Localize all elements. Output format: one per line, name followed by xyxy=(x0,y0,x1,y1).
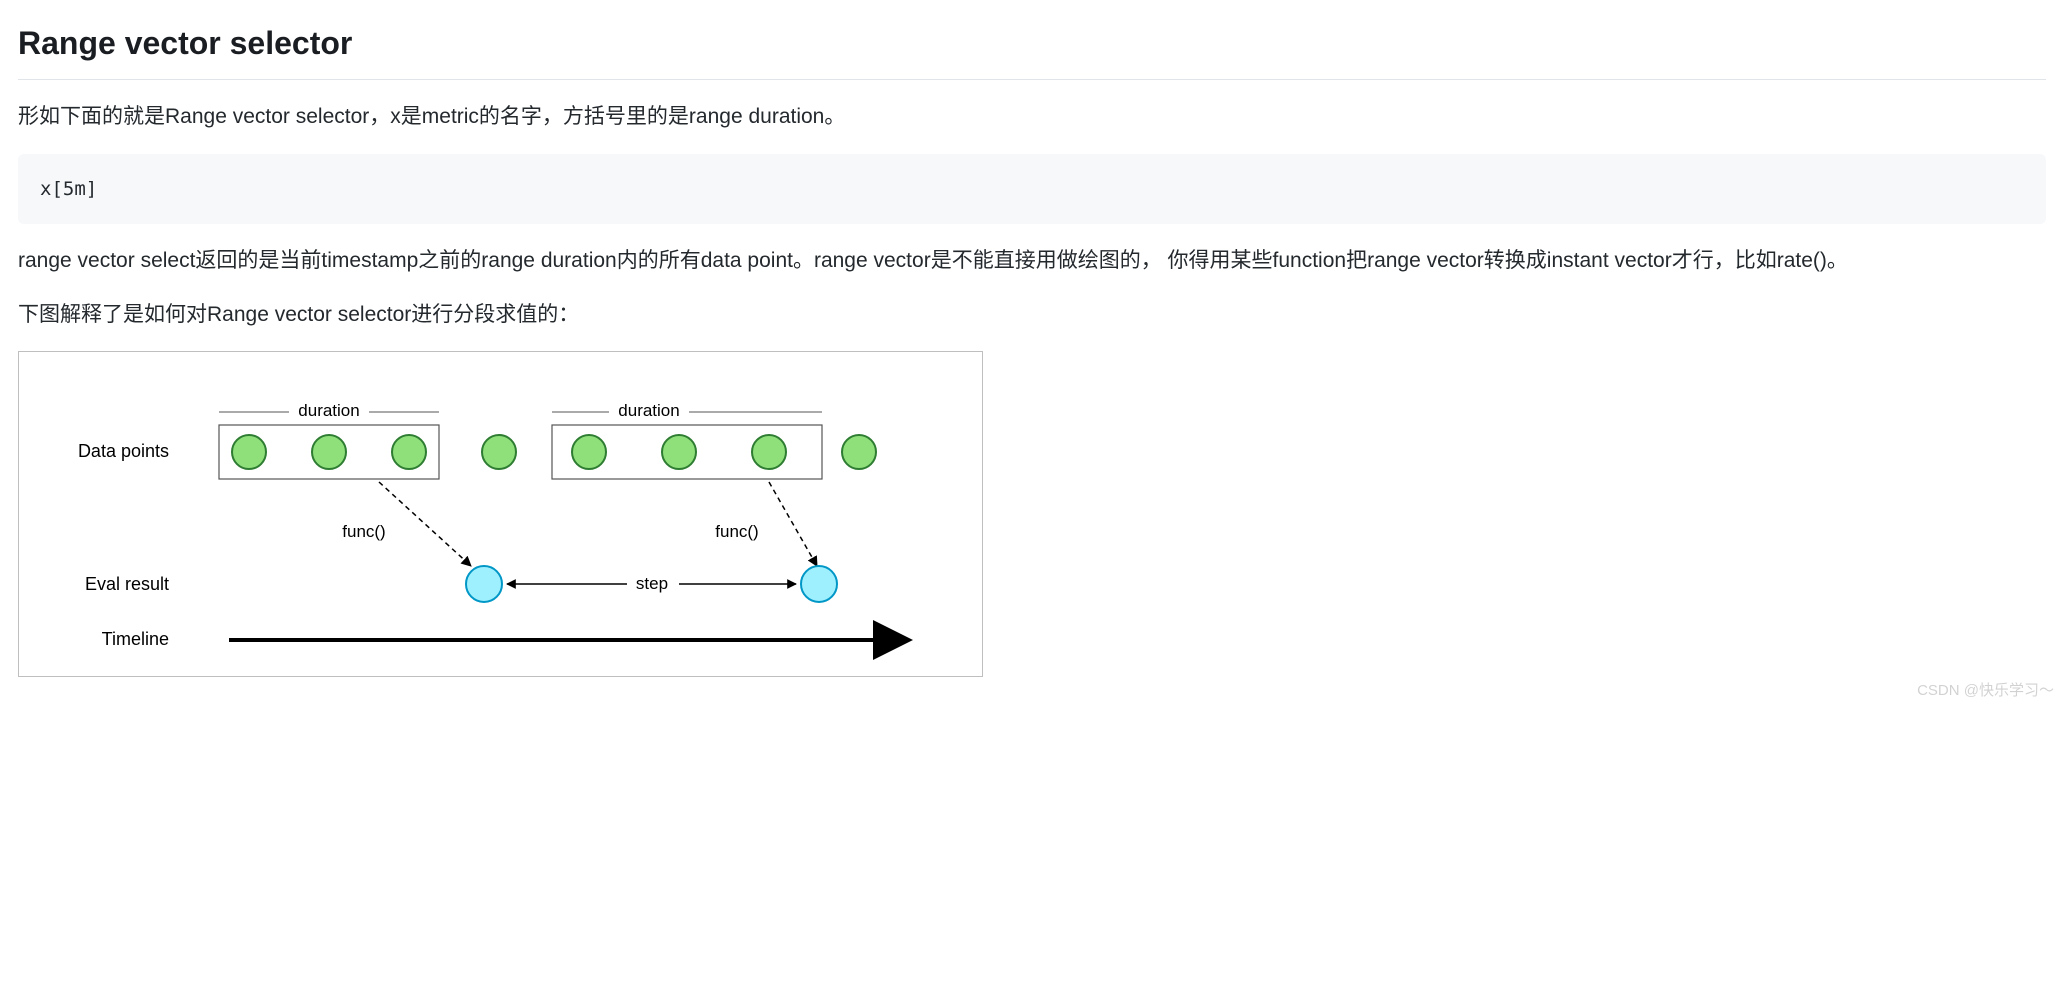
duration-label-2: duration xyxy=(618,401,679,420)
label-timeline: Timeline xyxy=(102,629,169,649)
explanation-paragraph: range vector select返回的是当前timestamp之前的ran… xyxy=(18,244,2046,278)
data-point-4 xyxy=(482,435,516,469)
figure-caption-paragraph: 下图解释了是如何对Range vector selector进行分段求值的： xyxy=(18,298,2046,332)
section-heading: Range vector selector xyxy=(18,18,2046,80)
watermark-text: CSDN @快乐学习～ xyxy=(1917,679,2054,703)
func-label-2: func() xyxy=(715,522,758,541)
func-arrow-2 xyxy=(769,482,817,566)
func-label-1: func() xyxy=(342,522,385,541)
diagram-figure: Data points Eval result Timeline duratio… xyxy=(18,351,983,677)
duration-label-1: duration xyxy=(298,401,359,420)
eval-result-2 xyxy=(801,566,837,602)
data-point-8 xyxy=(842,435,876,469)
label-data-points: Data points xyxy=(78,441,169,461)
data-point-1 xyxy=(232,435,266,469)
data-point-6 xyxy=(662,435,696,469)
label-eval-result: Eval result xyxy=(85,574,169,594)
eval-result-1 xyxy=(466,566,502,602)
func-arrow-1 xyxy=(379,482,471,566)
data-point-5 xyxy=(572,435,606,469)
data-point-2 xyxy=(312,435,346,469)
data-point-3 xyxy=(392,435,426,469)
data-point-circles xyxy=(232,435,876,469)
diagram-svg: Data points Eval result Timeline duratio… xyxy=(19,362,979,672)
intro-paragraph: 形如下面的就是Range vector selector，x是metric的名字… xyxy=(18,100,2046,134)
data-point-7 xyxy=(752,435,786,469)
step-label: step xyxy=(636,574,668,593)
code-block: x[5m] xyxy=(18,154,2046,224)
code-content: x[5m] xyxy=(40,178,97,200)
